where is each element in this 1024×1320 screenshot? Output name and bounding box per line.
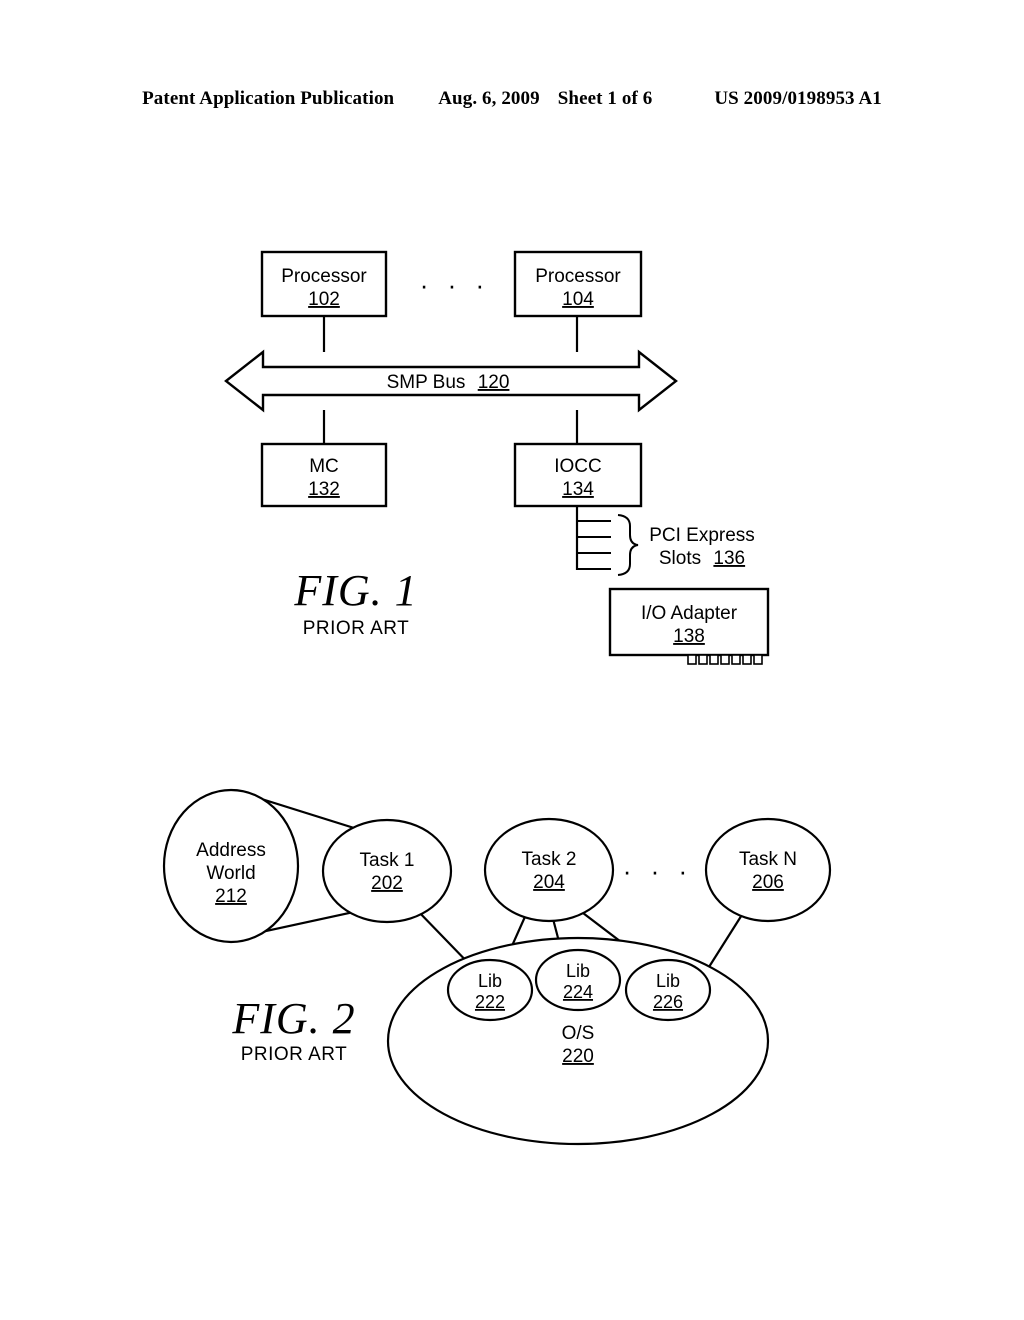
node-io-adapter-138: I/O Adapter 138 xyxy=(608,587,770,665)
processor-104-label: Processor xyxy=(535,266,621,287)
lib-224-ref: 224 xyxy=(563,982,593,1002)
task-2-ellipse xyxy=(483,817,615,923)
node-iocc-134: IOCC 134 xyxy=(513,442,643,508)
figure-2-group: Address World 212 O/S 220 Lib 222 Lib 22… xyxy=(162,788,832,1146)
task-n-label: Task N xyxy=(739,849,797,870)
task-n-ref: 206 xyxy=(752,872,784,893)
os-220-ref: 220 xyxy=(562,1046,594,1067)
mc-132-ref: 132 xyxy=(308,479,340,500)
smp-bus-label-text: SMP Bus xyxy=(387,372,466,393)
task-2-ref: 204 xyxy=(533,872,565,893)
task-1-label: Task 1 xyxy=(360,850,415,871)
lib-226-ref: 226 xyxy=(653,992,683,1012)
figure-1-group: Processor 102 · · · Processor 104 SMP Bu… xyxy=(224,250,770,665)
smp-bus-ref: 120 xyxy=(478,372,510,393)
node-processor-102: Processor 102 xyxy=(260,250,388,318)
io-adapter-edge-connector-teeth xyxy=(687,654,763,665)
io-adapter-tooth xyxy=(731,654,741,665)
node-task-1-202: Task 1 202 xyxy=(321,818,453,924)
io-adapter-tooth xyxy=(709,654,719,665)
figure1-processor-ellipsis: · · · xyxy=(420,270,490,300)
task-2-label: Task 2 xyxy=(522,849,577,870)
figure-2-subtitle: PRIOR ART xyxy=(241,1044,348,1065)
pci-slots-brace xyxy=(617,514,639,576)
smp-bus-label: SMP Bus 120 xyxy=(387,372,510,393)
io-adapter-138-label: I/O Adapter xyxy=(641,603,738,624)
task-n-ellipse xyxy=(704,817,832,923)
node-lib-226: Lib 226 xyxy=(624,958,712,1022)
processor-102-ref: 102 xyxy=(308,289,340,310)
pci-express-slots-group: PCI Express Slots 136 xyxy=(575,506,755,576)
node-task-2-204: Task 2 204 xyxy=(483,817,615,923)
io-adapter-tooth xyxy=(698,654,708,665)
figure-1-subtitle: PRIOR ART xyxy=(303,618,410,639)
patent-drawing-sheet: Processor 102 · · · Processor 104 SMP Bu… xyxy=(162,250,832,1146)
figure2-task-ellipsis: · · · xyxy=(623,856,693,886)
os-220-label: O/S xyxy=(562,1023,595,1044)
node-lib-224: Lib 224 xyxy=(534,948,622,1012)
io-adapter-tooth xyxy=(720,654,730,665)
io-adapter-tooth xyxy=(742,654,752,665)
address-world-label-line1: Address xyxy=(196,840,266,861)
mc-132-label: MC xyxy=(309,456,339,477)
iocc-134-ref: 134 xyxy=(562,479,594,500)
node-processor-104: Processor 104 xyxy=(513,250,643,318)
pci-slots-label-line1: PCI Express xyxy=(649,525,755,546)
lib-222-label: Lib xyxy=(478,971,502,991)
io-adapter-tooth xyxy=(753,654,763,665)
figure-2-title: FIG. 2 xyxy=(231,994,355,1043)
iocc-134-label: IOCC xyxy=(554,456,602,477)
io-adapter-tooth xyxy=(687,654,697,665)
address-world-ref: 212 xyxy=(215,886,247,907)
pci-slots-label-text: Slots xyxy=(659,548,701,569)
processor-102-label: Processor xyxy=(281,266,367,287)
task-1-ref: 202 xyxy=(371,873,403,894)
lib-226-label: Lib xyxy=(656,971,680,991)
node-task-n-206: Task N 206 xyxy=(704,817,832,923)
lib-224-label: Lib xyxy=(566,961,590,981)
figure-stage: Processor 102 · · · Processor 104 SMP Bu… xyxy=(0,0,1024,1320)
figure-1-title: FIG. 1 xyxy=(293,566,417,615)
processor-104-ref: 104 xyxy=(562,289,594,310)
io-adapter-138-ref: 138 xyxy=(673,626,705,647)
pci-slots-label-line2: Slots 136 xyxy=(659,548,745,569)
task-1-ellipse xyxy=(321,818,453,924)
pci-slots-ref: 136 xyxy=(713,548,745,569)
node-address-world-212: Address World 212 xyxy=(162,788,300,944)
node-memory-controller-132: MC 132 xyxy=(260,442,388,508)
address-world-label-line2: World xyxy=(206,863,255,884)
node-lib-222: Lib 222 xyxy=(446,958,534,1022)
lib-222-ref: 222 xyxy=(475,992,505,1012)
